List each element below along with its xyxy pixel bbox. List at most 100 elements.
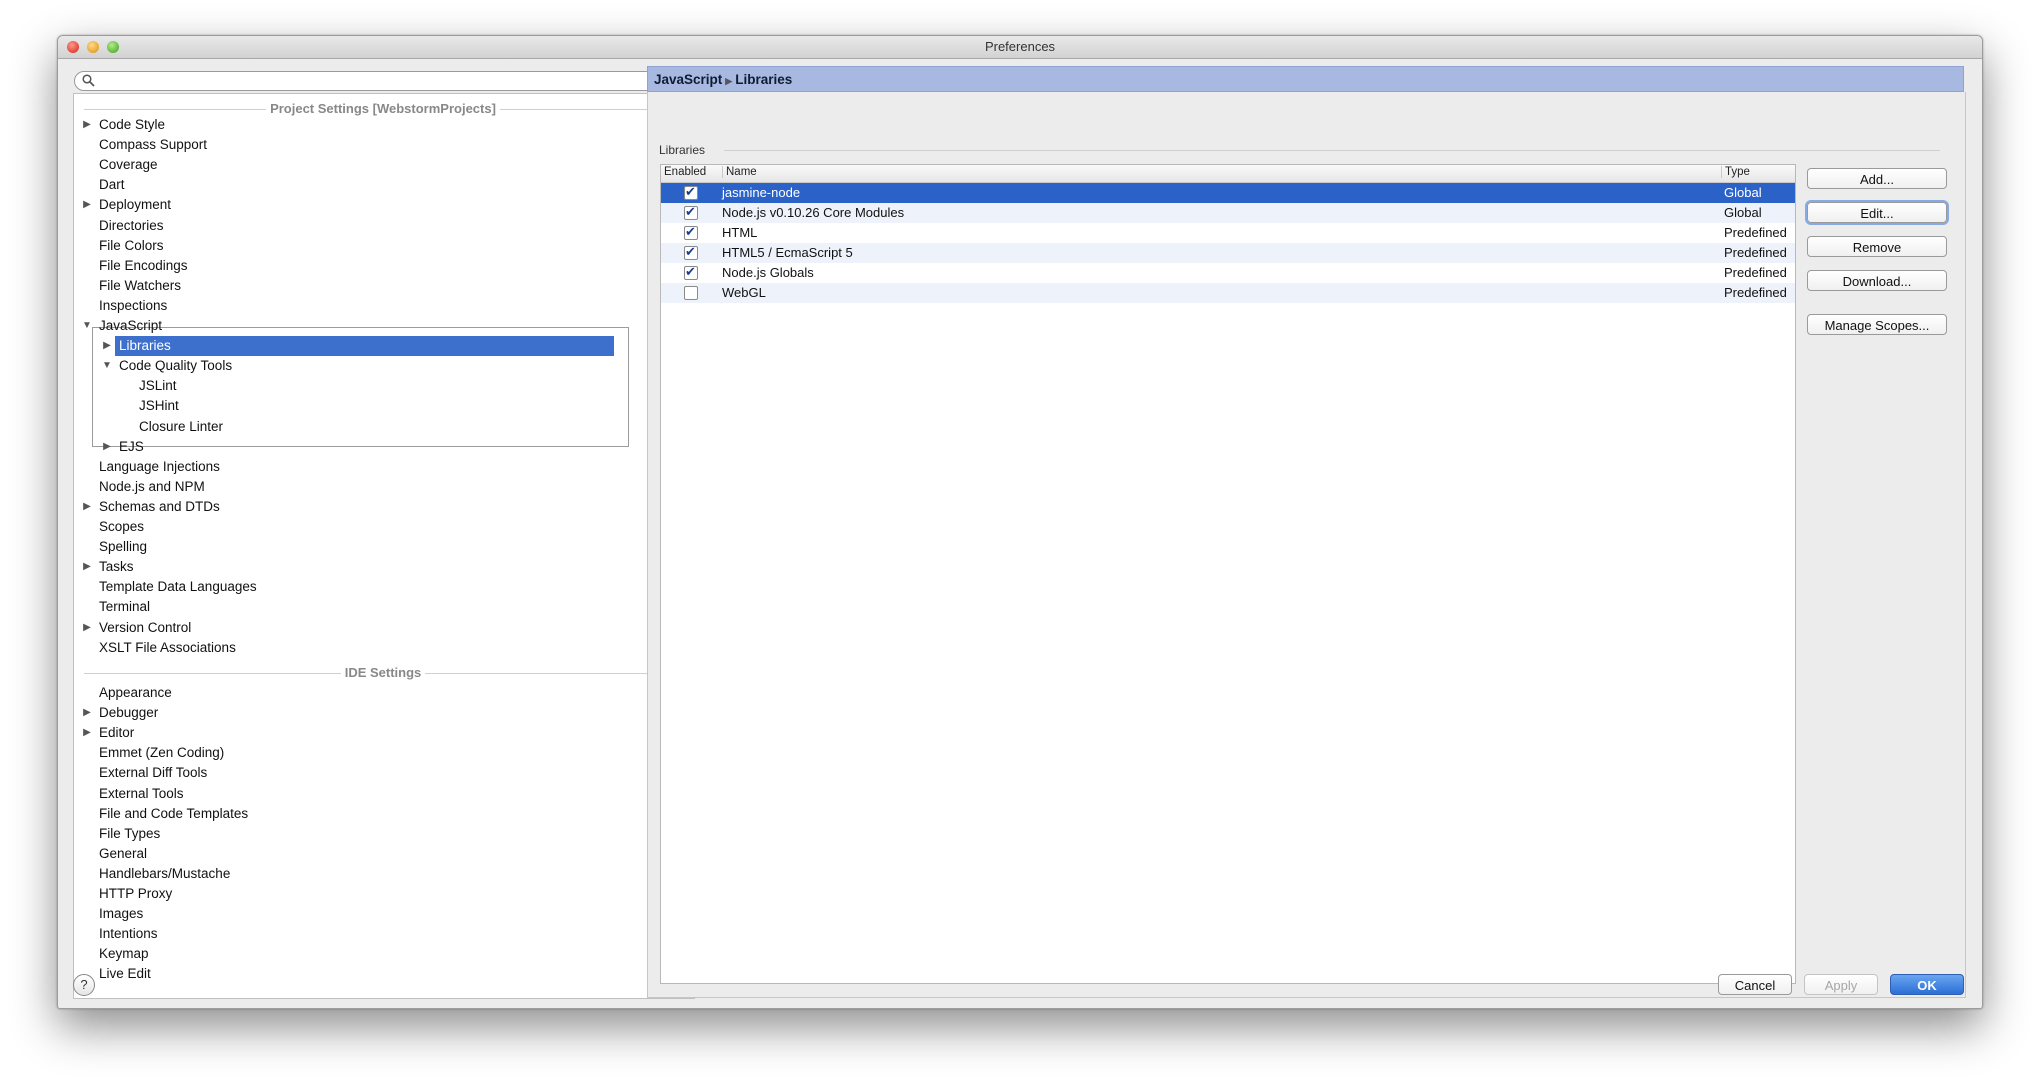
tree-item-handlebars-mustache[interactable]: Handlebars/Mustache [99, 864, 230, 884]
library-name: Node.js Globals [722, 265, 814, 280]
collapsed-arrow-icon[interactable]: ▶ [81, 703, 93, 723]
tree-item-directories[interactable]: Directories [99, 216, 164, 236]
table-row[interactable]: jasmine-node Global [661, 183, 1795, 203]
tree-item-xslt-file-associations[interactable]: XSLT File Associations [99, 638, 236, 658]
tree-item-language-injections[interactable]: Language Injections [99, 457, 220, 477]
minimize-icon[interactable] [87, 41, 99, 53]
remove-button[interactable]: Remove [1807, 236, 1947, 257]
tree-item-label: Dart [99, 177, 125, 193]
tree-item-label: Libraries [119, 338, 171, 354]
tree-item-schemas-and-dtds[interactable]: ▶ Schemas and DTDs [83, 497, 220, 517]
tree-item-template-data-languages[interactable]: Template Data Languages [99, 577, 257, 597]
enabled-checkbox[interactable] [684, 286, 698, 300]
edit-button[interactable]: Edit... [1807, 202, 1947, 223]
tree-item-version-control[interactable]: ▶ Version Control [83, 618, 191, 638]
tree-item-compass-support[interactable]: Compass Support [99, 135, 207, 155]
collapsed-arrow-icon[interactable]: ▶ [81, 115, 93, 135]
tree-item-coverage[interactable]: Coverage [99, 155, 158, 175]
enabled-checkbox[interactable] [684, 183, 698, 203]
enabled-checkbox[interactable] [684, 263, 698, 283]
tree-item-label: Node.js and NPM [99, 478, 205, 494]
tree-item-code-style[interactable]: ▶ Code Style [83, 115, 165, 135]
add-button[interactable]: Add... [1807, 168, 1947, 189]
zoom-icon[interactable] [107, 41, 119, 53]
expanded-arrow-icon[interactable]: ▼ [101, 356, 113, 376]
tree-item-jslint[interactable]: JSLint [139, 376, 177, 396]
expanded-arrow-icon[interactable]: ▼ [81, 316, 93, 336]
tree-item-deployment[interactable]: ▶ Deployment [83, 195, 171, 215]
tree-item-emmet-zen-coding[interactable]: Emmet (Zen Coding) [99, 743, 224, 763]
tree-item-dart[interactable]: Dart [99, 175, 125, 195]
window-title: Preferences [984, 39, 1056, 54]
table-row[interactable]: HTML Predefined [661, 223, 1795, 243]
column-header-enabled[interactable]: Enabled [664, 166, 706, 178]
cancel-button[interactable]: Cancel [1718, 974, 1792, 995]
tree-item-label: File Watchers [99, 277, 182, 293]
tree-item-external-diff-tools[interactable]: External Diff Tools [99, 763, 207, 783]
collapsed-arrow-icon[interactable]: ▶ [81, 557, 93, 577]
title-bar[interactable]: Preferences [58, 36, 1982, 59]
breadcrumb-parent[interactable]: JavaScript [654, 72, 722, 87]
preferences-window: Preferences Project Settings [WebstormPr… [57, 35, 1983, 1009]
column-header-name[interactable]: Name [722, 166, 757, 178]
settings-search-input[interactable] [74, 71, 693, 91]
tree-item-images[interactable]: Images [99, 904, 143, 924]
tree-item-intentions[interactable]: Intentions [99, 924, 158, 944]
ok-button[interactable]: OK [1890, 974, 1964, 995]
close-icon[interactable] [67, 41, 79, 53]
download-button[interactable]: Download... [1807, 270, 1947, 291]
tree-item-general[interactable]: General [99, 844, 147, 864]
tree-item-jshint[interactable]: JSHint [139, 396, 179, 416]
apply-button[interactable]: Apply [1804, 974, 1878, 995]
tree-item-ejs[interactable]: ▶ EJS [103, 437, 144, 457]
tree-item-appearance[interactable]: Appearance [99, 683, 172, 703]
table-row[interactable]: Node.js Globals Predefined [661, 263, 1795, 283]
tree-item-file-and-code-templates[interactable]: File and Code Templates [99, 804, 248, 824]
tree-item-file-watchers[interactable]: File Watchers [99, 276, 181, 296]
search-icon [82, 74, 95, 87]
table-row[interactable]: HTML5 / EcmaScript 5 Predefined [661, 243, 1795, 263]
tree-item-live-edit[interactable]: Live Edit [99, 964, 151, 984]
collapsed-arrow-icon[interactable]: ▶ [81, 618, 93, 638]
tree-item-spelling[interactable]: Spelling [99, 537, 147, 557]
tree-item-editor[interactable]: ▶ Editor [83, 723, 134, 743]
breadcrumb-current: Libraries [735, 72, 793, 87]
libraries-table[interactable]: Enabled Name Type jasmine-nodeGlobalNode… [660, 164, 1796, 984]
tree-item-http-proxy[interactable]: HTTP Proxy [99, 884, 172, 904]
tree-item-file-encodings[interactable]: File Encodings [99, 256, 188, 276]
settings-tree[interactable]: Project Settings [WebstormProjects] IDE … [73, 93, 695, 999]
collapsed-arrow-icon[interactable]: ▶ [81, 497, 93, 517]
tree-item-keymap[interactable]: Keymap [99, 944, 149, 964]
tree-item-debugger[interactable]: ▶ Debugger [83, 703, 158, 723]
table-row[interactable]: Node.js v0.10.26 Core Modules Global [661, 203, 1795, 223]
tree-item-label: File Encodings [99, 257, 188, 273]
tree-item-closure-linter[interactable]: Closure Linter [139, 417, 223, 437]
tree-item-code-quality-tools[interactable]: ▼ Code Quality Tools [102, 356, 232, 376]
collapsed-arrow-icon[interactable]: ▶ [101, 437, 113, 457]
tree-item-label: Closure Linter [139, 418, 224, 434]
tree-item-libraries[interactable]: ▶ Libraries [103, 336, 614, 357]
enabled-checkbox[interactable] [684, 243, 698, 263]
help-button[interactable]: ? [73, 974, 95, 996]
tree-item-label: Directories [99, 217, 164, 233]
enabled-checkbox[interactable] [684, 203, 698, 223]
library-type: Global [1724, 205, 1762, 220]
enabled-checkbox[interactable] [684, 223, 698, 243]
collapsed-arrow-icon[interactable]: ▶ [81, 723, 93, 743]
collapsed-arrow-icon[interactable]: ▶ [101, 336, 113, 356]
table-row[interactable]: WebGL Predefined [661, 283, 1795, 303]
tree-item-javascript[interactable]: ▼ JavaScript [82, 316, 162, 336]
tree-item-terminal[interactable]: Terminal [99, 597, 150, 617]
manage-scopes-button[interactable]: Manage Scopes... [1807, 314, 1947, 335]
tree-item-file-types[interactable]: File Types [99, 824, 160, 844]
tree-item-scopes[interactable]: Scopes [99, 517, 144, 537]
tree-item-external-tools[interactable]: External Tools [99, 784, 184, 804]
tree-item-file-colors[interactable]: File Colors [99, 236, 164, 256]
collapsed-arrow-icon[interactable]: ▶ [81, 195, 93, 215]
column-header-type[interactable]: Type [1721, 166, 1750, 178]
tree-item-inspections[interactable]: Inspections [99, 296, 167, 316]
group-divider [724, 150, 1940, 151]
tree-item-node-js-and-npm[interactable]: Node.js and NPM [99, 477, 205, 497]
tree-item-label: Coverage [99, 157, 158, 173]
tree-item-tasks[interactable]: ▶ Tasks [83, 557, 133, 577]
